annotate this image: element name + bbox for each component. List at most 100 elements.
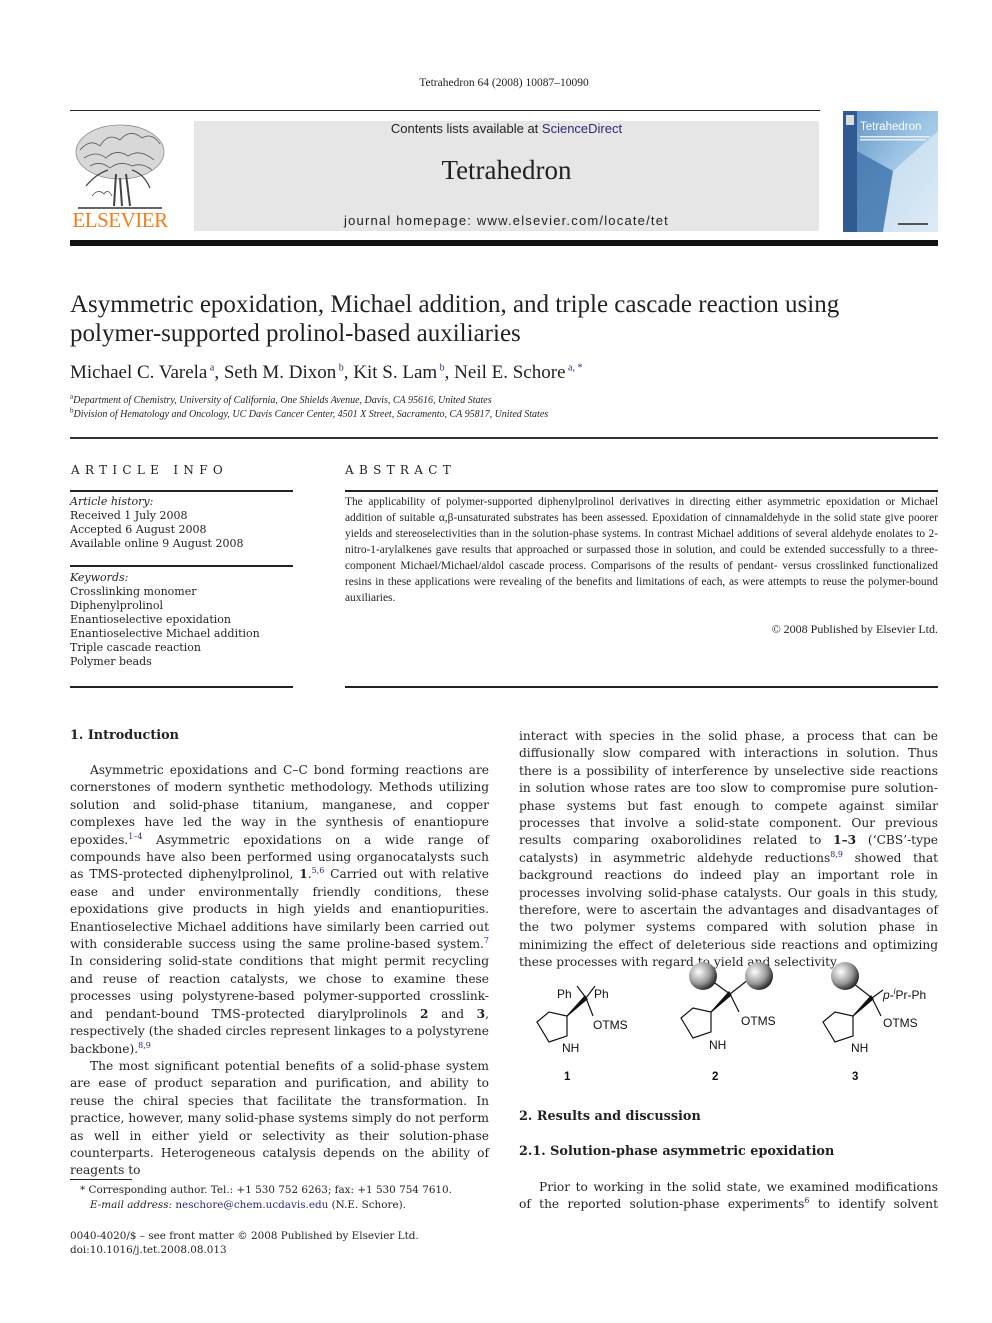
nh-label: NH [709,1038,726,1052]
author-name[interactable]: Kit S. Lam [353,362,437,383]
structure-3 [822,979,884,1043]
author-affiliation-mark[interactable]: a, * [568,363,582,374]
keywords-label: Keywords: [70,571,129,584]
right-column: interact with species in the solid phase… [519,728,938,972]
otms-label: OTMS [593,1018,628,1032]
reference-link[interactable]: 7 [484,936,489,945]
otms-label: OTMS [741,1014,776,1028]
article-info-rule [70,490,293,492]
bond [585,997,594,1017]
paragraph-results-1: Prior to working in the solid state, we … [519,1179,938,1214]
bond [871,989,884,999]
compound-number: 1 [299,867,308,882]
substituent-label: Ph [594,987,609,1001]
wedge-bond [852,995,874,1017]
doi-line[interactable]: doi:10.1016/j.tet.2008.08.013 [70,1243,227,1258]
section-heading-results: 2. Results and discussion [519,1109,701,1124]
wedge-bond [710,991,732,1013]
polymer-bead-icon [745,962,773,990]
tree-icon [75,124,165,209]
compound-number: 1–3 [833,833,857,848]
affiliation-b: bDivision of Hematology and Oncology, UC… [70,407,549,420]
issn-line: 0040-4020/$ – see front matter © 2008 Pu… [70,1230,419,1242]
keywords: Keywords: Crosslinking monomer Diphenylp… [70,571,260,669]
affiliation-text: Division of Hematology and Oncology, UC … [73,409,549,420]
text-run: to identify solvent [809,1197,938,1212]
compound-label: 3 [852,1071,858,1083]
affiliation-rule [70,437,938,439]
email-label: E-mail address: [90,1199,176,1211]
keyword: Crosslinking monomer [70,585,197,598]
article-info-heading: ARTICLE INFO [71,463,228,477]
sciencedirect-link[interactable]: ScienceDirect [542,121,622,136]
paragraph: Prior to working in the solid state, we … [519,1179,938,1214]
abstract-copyright: © 2008 Published by Elsevier Ltd. [771,622,938,636]
article-history: Article history: Received 1 July 2008 Ac… [70,495,243,551]
bond [871,997,882,1017]
author-name[interactable]: Neil E. Schore [454,362,565,383]
abstract-rule [345,686,938,688]
journal-citation: Tetrahedron 64 (2008) 10087–10090 [419,77,589,89]
compound-label: 1 [564,1071,571,1083]
journal-title: Tetrahedron [441,155,572,185]
history-accepted: Accepted 6 August 2008 [70,523,207,536]
reference-link[interactable]: 8,9 [830,850,843,859]
cover-spine [843,111,857,232]
article-title: Asymmetric epoxidation, Michael addition… [70,290,940,348]
pyrrolidine-ring [536,1011,568,1043]
contents-prefix: Contents lists available at [390,121,542,136]
text-run: and [428,1006,477,1021]
abstract-text: The applicability of polymer-supported d… [345,496,938,604]
subsection-heading-epoxidation: 2.1. Solution-phase asymmetric epoxidati… [519,1144,835,1159]
email-footnote: E-mail address: neschore@chem.ucdavis.ed… [90,1198,406,1213]
chemical-structures-figure: Ph Ph OTMS NH 1 OTMS NH 2 p-iPr-Ph OTMS … [519,960,939,1090]
bond [576,985,587,999]
bond [729,993,740,1013]
header-rule [70,110,820,111]
substituent-label: Ph [557,987,572,1001]
cover-logo [846,115,854,125]
author-separator: , [444,362,455,383]
compound-label: 2 [712,1071,718,1083]
left-column: Asymmetric epoxidations and C–C bond for… [70,762,489,1180]
cover-subtitle-line [860,139,926,141]
aryl-substituent-label: p-iPr-Ph [882,987,926,1002]
affiliation-a: aDepartment of Chemistry, University of … [70,393,492,406]
otms-label: OTMS [883,1016,918,1030]
cover-subtitle-line [860,136,930,138]
author-name[interactable]: Seth M. Dixon [224,362,336,383]
header-thick-rule [70,240,938,246]
author-list: Michael C. Varela a, Seth M. Dixon b, Ki… [70,362,582,384]
reference-link[interactable]: 1–4 [128,832,142,841]
nh-label: NH [562,1041,579,1055]
cover-title: Tetrahedron [860,121,921,133]
text-run: showed that background reactions do inde… [519,850,938,970]
pyrrolidine-ring [680,1007,712,1039]
author-name[interactable]: Michael C. Varela [70,362,207,383]
history-online: Available online 9 August 2008 [70,537,244,550]
reference-link[interactable]: 5,6 [312,866,325,875]
paragraph-intro-2: The most significant potential benefits … [70,1058,489,1178]
history-label: Article history: [70,495,154,508]
author-separator: , [214,362,224,383]
paragraph-intro-1: Asymmetric epoxidations and C–C bond for… [70,762,489,1058]
contents-available-line: Contents lists available at ScienceDirec… [194,121,819,136]
pyrrolidine-ring [822,1011,854,1043]
title-line-2: polymer-supported prolinol-based auxilia… [70,320,521,347]
keyword: Diphenylprolinol [70,599,163,612]
polymer-bead-icon [831,962,859,990]
affiliation-text: Department of Chemistry, University of C… [73,395,492,406]
keyword: Enantioselective epoxidation [70,613,231,626]
email-link[interactable]: neschore@chem.ucdavis.edu [175,1199,328,1211]
footnote-rule [70,1179,132,1180]
history-received: Received 1 July 2008 [70,509,188,522]
journal-cover-image[interactable]: Tetrahedron [843,111,938,232]
journal-masthead: Contents lists available at ScienceDirec… [194,121,819,231]
corresponding-author-footnote: * Corresponding author. Tel.: +1 530 752… [80,1184,452,1196]
title-line-1: Asymmetric epoxidation, Michael addition… [70,291,840,318]
reference-link[interactable]: 8,9 [138,1040,151,1049]
elsevier-wordmark: ELSEVIER [72,208,168,232]
cover-publisher-mark [898,223,928,225]
journal-homepage-link[interactable]: journal homepage: www.elsevier.com/locat… [194,213,819,228]
keyword: Triple cascade reaction [70,641,201,654]
